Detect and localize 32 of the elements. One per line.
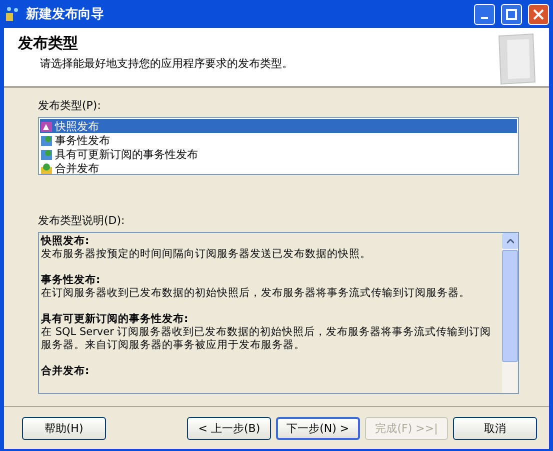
list-item[interactable]: 合并发布 [40, 161, 517, 175]
minimize-button[interactable] [474, 4, 495, 24]
description-label: 发布类型说明(D): [38, 213, 126, 228]
page-subtitle: 请选择能最好地支持您的应用程序要求的发布类型。 [40, 56, 294, 71]
close-button[interactable] [528, 4, 549, 24]
dialog-button[interactable]: 帮助(H) [22, 416, 106, 440]
section-text: 发布服务器按预定的时间间隔向订阅服务器发送已发布数据的快照。 [41, 248, 372, 261]
list-label: 发布类型(P): [38, 98, 102, 113]
maximize-button[interactable] [501, 4, 522, 24]
dialog-button[interactable]: 下一步(N) > [276, 416, 360, 440]
section-heading: 事务性发布: [41, 274, 102, 287]
list-item[interactable]: 具有可更新订阅的事务性发布 [40, 147, 517, 161]
publication-icon [40, 148, 53, 160]
section-text: 在 SQL Server 订阅服务器收到已发布数据的初始快照后，发布服务器将事务流式传输到订阅服务器。来自订阅服务器的事务被应用于发布服务器。 [41, 326, 492, 352]
section-text: 在订阅服务器收到已发布数据的初始快照后，发布服务器将事务流式传输到订阅服务器。 [41, 287, 471, 300]
list-item[interactable]: 快照发布 [40, 119, 517, 133]
page-title: 发布类型 [18, 34, 79, 53]
publication-icon [40, 162, 53, 174]
scrollbar[interactable] [502, 233, 518, 393]
minimize-icon [481, 16, 488, 18]
window-title: 新建发布向导 [26, 6, 105, 23]
wizard-icon [4, 6, 20, 22]
maximize-icon [506, 8, 517, 20]
section-heading: 快照发布: [41, 235, 90, 248]
section-heading: 具有可更新订阅的事务性发布: [41, 313, 190, 326]
dialog-button[interactable]: 取消 [453, 416, 537, 440]
publication-icon [40, 134, 53, 146]
close-icon [533, 8, 544, 20]
list-item[interactable]: 事务性发布 [40, 133, 517, 147]
dialog-button[interactable]: < 上一步(B) [187, 416, 272, 440]
scroll-up-icon [506, 238, 514, 244]
section-heading: 合并发布: [41, 365, 90, 378]
